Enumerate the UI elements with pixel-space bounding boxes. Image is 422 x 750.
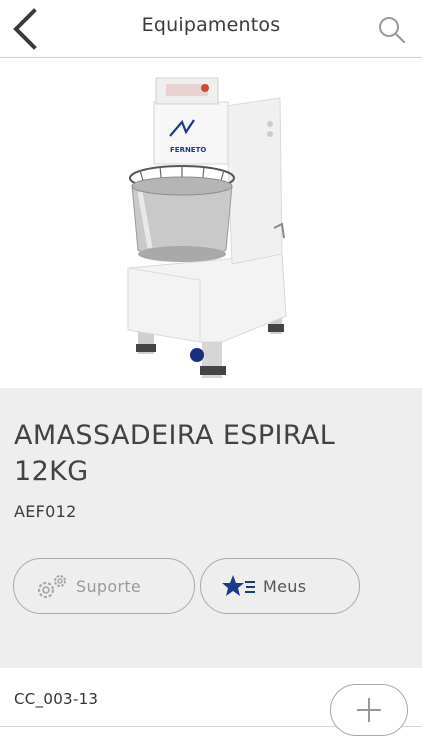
app-header: Equipamentos: [0, 0, 422, 58]
image-indicator-dot[interactable]: [190, 348, 204, 362]
star-list-icon: [221, 572, 257, 606]
mine-label: Meus: [263, 577, 307, 596]
support-label: Suporte: [76, 577, 142, 596]
plus-icon: [357, 698, 381, 722]
product-name: AMASSADEIRA ESPIRAL 12KG: [14, 420, 336, 487]
serial-number: CC_003-13: [14, 690, 99, 708]
product-image-carousel[interactable]: FERNETO: [0, 58, 422, 388]
product-info-panel: AMASSADEIRA ESPIRAL 12KG AEF012 Suporte …: [0, 388, 422, 668]
brand-logo: FERNETO: [170, 146, 206, 154]
page-title: Equipamentos: [141, 14, 281, 36]
mine-button[interactable]: Meus: [200, 558, 360, 614]
product-code: AEF012: [14, 502, 77, 521]
search-icon: [379, 17, 406, 44]
add-button[interactable]: [330, 684, 408, 736]
support-button[interactable]: Suporte: [13, 558, 195, 614]
product-image: FERNETO: [127, 77, 287, 378]
gears-icon: [34, 572, 70, 606]
search-button[interactable]: [376, 14, 408, 46]
serial-row: CC_003-13: [0, 668, 422, 750]
